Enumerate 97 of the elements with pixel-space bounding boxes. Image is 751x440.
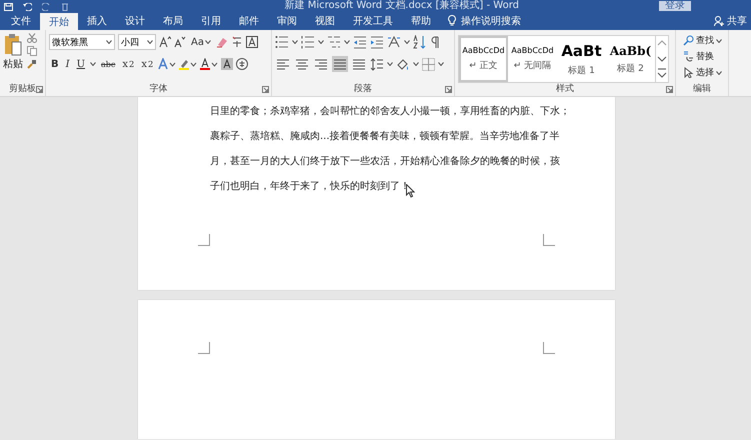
decrease-indent-icon[interactable]	[353, 35, 367, 49]
text-effects-icon[interactable]	[158, 58, 176, 70]
margin-corner-mark	[198, 342, 210, 354]
format-button[interactable]: U	[74, 56, 88, 72]
align-left-icon[interactable]	[276, 58, 290, 70]
line-spacing-icon[interactable]	[370, 58, 384, 70]
style-option[interactable]: AaBbCcDd ↵ 无间隔	[508, 36, 557, 82]
clear-formatting-icon[interactable]	[216, 36, 228, 48]
scissors-icon[interactable]	[27, 33, 37, 43]
shrink-font-icon[interactable]	[174, 36, 186, 48]
borders-icon[interactable]	[422, 58, 435, 70]
enclosed-character-icon[interactable]	[236, 58, 248, 70]
highlighter-icon[interactable]	[179, 58, 198, 70]
character-shading-icon[interactable]	[221, 58, 234, 70]
lightbulb-icon	[448, 15, 456, 26]
paintbrush-icon[interactable]	[27, 59, 37, 69]
group-label: 样式	[556, 83, 574, 96]
align-center-icon[interactable]	[295, 58, 309, 70]
font-size-dropdown[interactable]: 小四	[118, 34, 156, 50]
dialog-launcher-icon[interactable]	[445, 86, 452, 93]
ribbon-tab[interactable]: 审阅	[268, 11, 306, 30]
sort-icon[interactable]	[413, 35, 427, 49]
caret-icon	[716, 70, 722, 74]
ribbon-tab[interactable]: 设计	[116, 11, 154, 30]
phonetic-guide-icon[interactable]	[230, 36, 243, 48]
save-icon[interactable]	[4, 3, 13, 11]
caret-icon	[90, 62, 96, 66]
group-label: 剪贴板	[9, 83, 36, 96]
multilevel-list-icon[interactable]	[327, 35, 341, 49]
dialog-launcher-icon[interactable]	[36, 86, 43, 93]
group-label: 字体	[150, 83, 168, 96]
caret-icon	[413, 62, 419, 66]
document-text-line: 裹粽子、蒸培糕、腌咸肉...接着便餐餐有美味，顿顿有荤腥。当辛劳地准备了半	[210, 130, 560, 144]
caret-icon	[292, 40, 298, 44]
trash-icon[interactable]	[61, 3, 69, 11]
ribbon-tab[interactable]: 开发工具	[344, 11, 402, 30]
shading-icon[interactable]	[396, 58, 410, 70]
asian-layout-icon[interactable]	[387, 35, 401, 49]
replace-icon	[683, 51, 694, 62]
caret-icon	[106, 40, 112, 44]
ribbon-tab[interactable]: 开始	[40, 13, 78, 30]
margin-corner-mark	[198, 234, 210, 246]
group-label: 编辑	[693, 83, 711, 96]
align-right-icon[interactable]	[314, 58, 328, 70]
redo-icon[interactable]	[42, 3, 51, 11]
ribbon-tab[interactable]: 引用	[192, 11, 230, 30]
document-text-line: 日里的零食；杀鸡宰猪，会叫帮忙的邻舍友人小撮一顿，享用牲畜的内脏、下水；	[210, 104, 570, 119]
ribbon-tab[interactable]: 帮助	[402, 11, 440, 30]
copy-icon[interactable]	[27, 46, 37, 56]
style-option[interactable]: AaBt 标题 1	[557, 36, 606, 82]
character-border-icon[interactable]	[246, 36, 258, 48]
ribbon-tab[interactable]: 邮件	[230, 11, 268, 30]
format-button[interactable]: B	[49, 56, 61, 72]
pilcrow-icon[interactable]	[430, 35, 440, 49]
document-text-line: 月，甚至一月的大人们终于放下一些农活，开始精心准备除夕的晚餐的时候，孩	[210, 154, 560, 169]
caret-icon	[318, 40, 324, 44]
caret-icon	[438, 62, 444, 66]
margin-corner-mark	[543, 234, 555, 246]
clipboard-icon	[4, 33, 22, 57]
ribbon-tab[interactable]: 布局	[154, 11, 192, 30]
style-option[interactable]: AaBbCcDd ↵ 正文	[459, 36, 508, 82]
increase-indent-icon[interactable]	[370, 35, 384, 49]
ribbon-tab[interactable]: 文件	[2, 11, 40, 30]
dialog-launcher-icon[interactable]	[666, 86, 673, 93]
select-button[interactable]: 选择	[683, 65, 722, 80]
font-name-dropdown[interactable]: 微软雅黑	[49, 34, 115, 50]
find-button[interactable]: 查找	[683, 33, 722, 48]
caret-icon	[404, 40, 410, 44]
style-option[interactable]: AaBb( 标题 2	[606, 36, 655, 82]
caret-icon	[716, 38, 722, 42]
person-icon	[714, 16, 724, 26]
caret-icon	[147, 40, 153, 44]
margin-corner-mark	[543, 342, 555, 354]
replace-button[interactable]: 替换	[683, 49, 722, 64]
caret-icon	[344, 40, 350, 44]
search-prompt[interactable]: 操作说明搜索	[461, 14, 521, 28]
grow-font-icon[interactable]	[159, 36, 171, 48]
numbering-icon[interactable]	[301, 35, 315, 49]
ribbon-tab[interactable]: 插入	[78, 11, 116, 30]
pointer-icon	[683, 67, 694, 78]
bullets-icon[interactable]	[275, 35, 289, 49]
change-case-button[interactable]: Aa	[189, 34, 213, 50]
paste-button[interactable]: 粘贴	[3, 33, 23, 83]
format-button[interactable]: I	[64, 56, 72, 72]
ribbon-tab[interactable]: 视图	[306, 11, 344, 30]
caret-icon	[387, 62, 393, 66]
search-icon	[683, 35, 694, 46]
format-button[interactable]: abc	[99, 56, 118, 72]
mouse-pointer-icon	[406, 184, 415, 198]
document-text-line: 子们也明白，年终于来了，快乐的时刻到了！	[210, 180, 410, 194]
align-distributed-icon[interactable]	[352, 58, 366, 70]
dialog-launcher-icon[interactable]	[262, 86, 269, 93]
group-label: 段落	[354, 83, 372, 96]
caret-icon	[204, 40, 211, 44]
font-color-icon[interactable]	[200, 58, 218, 70]
undo-icon[interactable]	[23, 3, 32, 11]
share-button[interactable]: 共享	[727, 14, 747, 28]
